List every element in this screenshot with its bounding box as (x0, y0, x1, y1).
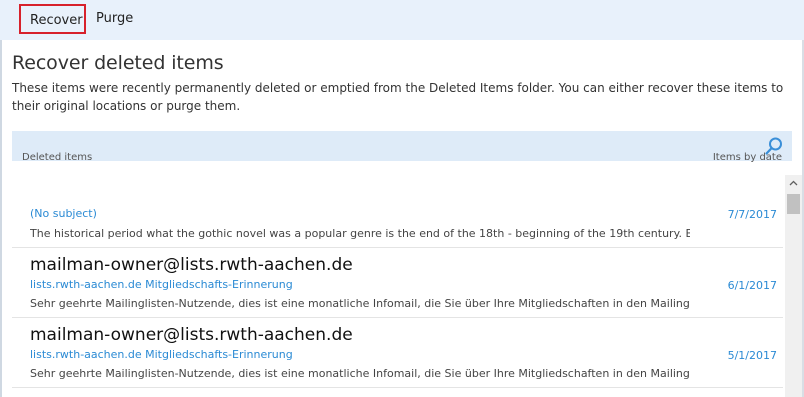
item-subject: lists.rwth-aachen.de Mitgliedschafts-Eri… (30, 348, 293, 361)
chevron-up-icon[interactable] (785, 175, 802, 192)
list-item[interactable]: (No subject) 7/7/2017 The historical per… (12, 175, 783, 248)
search-bar[interactable] (12, 131, 792, 161)
list-item[interactable]: mailman-owner@lists.rwth-aachen.de lists… (12, 247, 783, 318)
item-date: 5/1/2017 (727, 349, 777, 362)
item-subject: lists.rwth-aachen.de Mitgliedschafts-Eri… (30, 278, 293, 291)
item-preview: Sehr geehrte Mailinglisten-Nutzende, die… (30, 367, 690, 380)
item-sender: mailman-owner@lists.rwth-aachen.de (30, 325, 353, 345)
column-header-sort-by-date[interactable]: Items by date (713, 152, 782, 163)
item-date: 6/1/2017 (727, 279, 777, 292)
item-preview: The historical period what the gothic no… (30, 227, 690, 240)
recover-button[interactable]: Recover (19, 4, 86, 34)
pane-divider (0, 0, 2, 397)
list-item[interactable]: mailman-owner@lists.rwth-aachen.de lists… (12, 317, 783, 388)
page-description: These items were recently permanently de… (12, 81, 784, 113)
item-subject: (No subject) (30, 207, 97, 220)
column-header-deleted-items[interactable]: Deleted items (22, 152, 92, 163)
page-title: Recover deleted items (12, 52, 224, 74)
purge-button[interactable]: Purge (87, 4, 142, 34)
scrollbar-thumb[interactable] (787, 194, 800, 214)
deleted-items-list: (No subject) 7/7/2017 The historical per… (12, 175, 783, 397)
item-preview: Sehr geehrte Mailinglisten-Nutzende, die… (30, 297, 690, 310)
item-sender: mailman-owner@lists.rwth-aachen.de (30, 255, 353, 275)
toolbar: Recover Purge (0, 0, 804, 40)
vertical-scrollbar[interactable] (785, 175, 802, 397)
item-date: 7/7/2017 (727, 208, 777, 221)
